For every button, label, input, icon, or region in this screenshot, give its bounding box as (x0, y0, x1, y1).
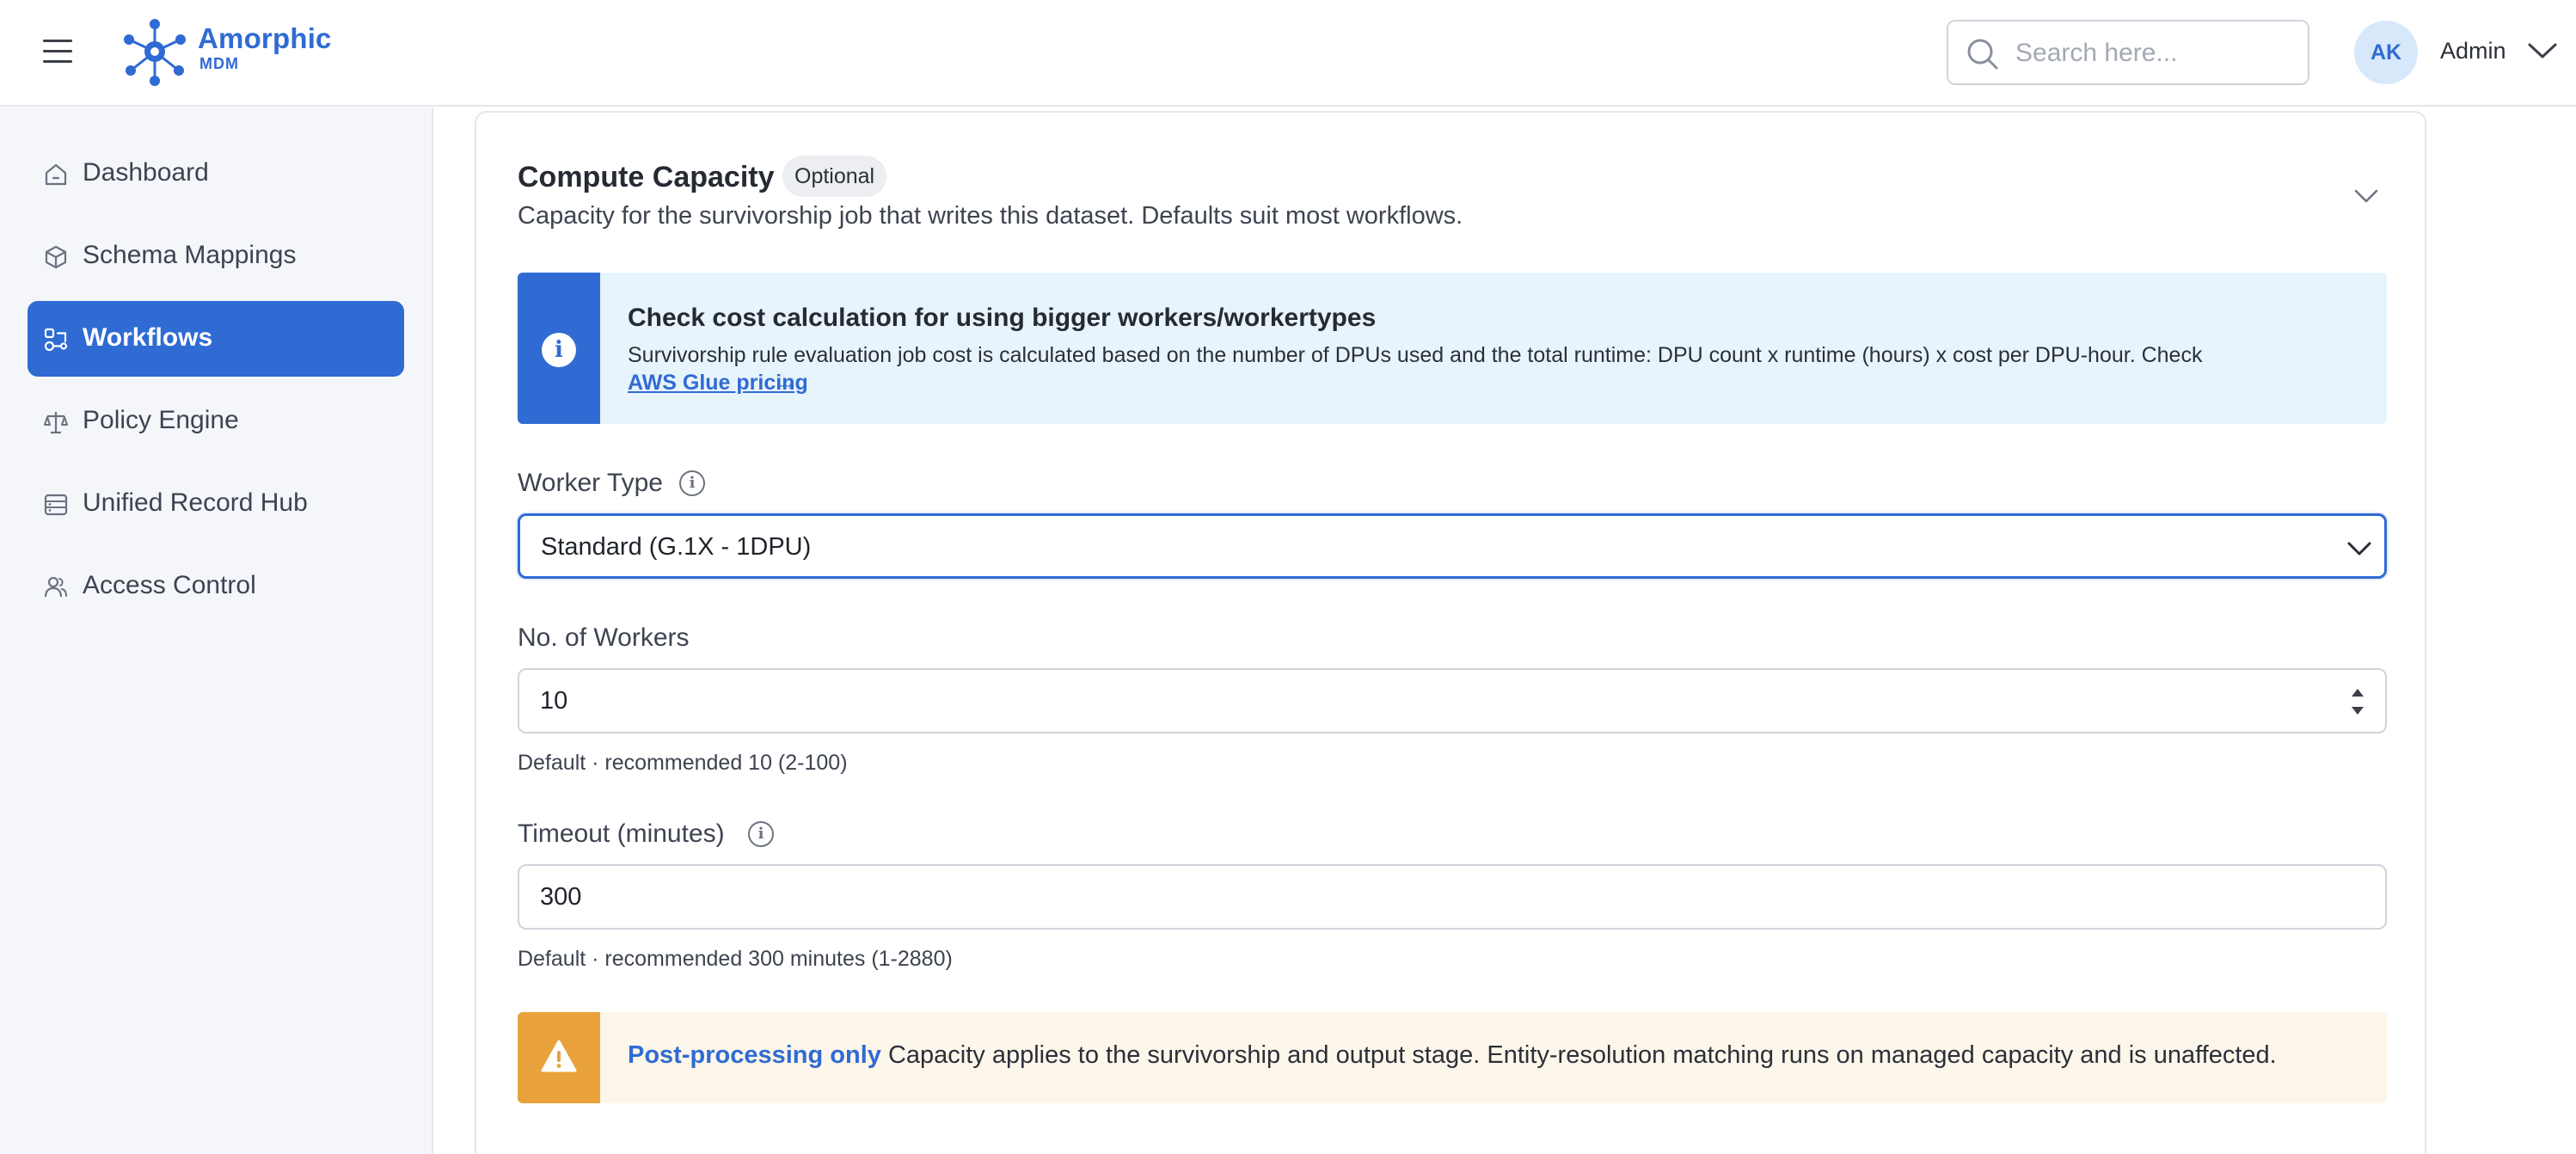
top-bar: Amorphic MDM AK Admin (0, 0, 2576, 107)
arrow-right-icon: → (776, 371, 797, 395)
logo-subtitle: MDM (199, 55, 239, 72)
sidebar-item-label: Access Control (83, 571, 256, 599)
info-strip: i (518, 273, 600, 424)
optional-badge: Optional (782, 156, 887, 197)
home-icon (45, 163, 67, 186)
sidebar-item-workflows[interactable]: Workflows (28, 301, 404, 377)
warning-strong-text: Post-processing only (628, 1041, 881, 1069)
post-processing-banner: Post-processing only Capacity applies to… (518, 1012, 2387, 1103)
num-workers-input[interactable]: 10 (518, 668, 2387, 734)
num-workers-hint: Default · recommended 10 (2-100) (518, 751, 848, 775)
search-box[interactable] (1947, 20, 2309, 85)
info-banner-title: Check cost calculation for using bigger … (628, 304, 1377, 332)
sidebar-item-label: Schema Mappings (83, 241, 297, 269)
sidebar-item-access-control[interactable]: Access Control (28, 549, 404, 624)
chevron-down-icon (2347, 542, 2371, 556)
sidebar: Dashboard Schema Mappings Workflows Poli… (0, 107, 433, 1154)
sidebar-item-unified-record-hub[interactable]: Unified Record Hub (28, 466, 404, 542)
search-input[interactable] (2015, 34, 2291, 73)
search-icon (1967, 39, 1998, 70)
sidebar-item-label: Dashboard (83, 158, 209, 187)
cost-info-banner: i Check cost calculation for using bigge… (518, 273, 2387, 424)
timeout-input[interactable]: 300 (518, 864, 2387, 930)
logo-icon (124, 19, 186, 86)
info-icon: i (542, 333, 576, 367)
user-name[interactable]: Admin (2440, 38, 2506, 64)
cube-icon (45, 245, 67, 269)
avatar[interactable]: AK (2354, 21, 2418, 84)
warning-icon (541, 1040, 577, 1072)
section-title: Compute Capacity (518, 161, 775, 193)
users-icon (44, 576, 67, 598)
worker-type-value: Standard (G.1X - 1DPU) (541, 533, 812, 561)
num-workers-label: No. of Workers (518, 623, 690, 652)
compute-capacity-card: Compute Capacity Optional Capacity for t… (475, 111, 2426, 1154)
workflow-icon (44, 328, 68, 352)
sidebar-item-schema-mappings[interactable]: Schema Mappings (28, 218, 404, 294)
timeout-info-icon[interactable]: i (748, 821, 774, 847)
scale-icon (44, 412, 68, 434)
section-description: Capacity for the survivorship job that w… (518, 202, 1463, 230)
sidebar-item-label: Policy Engine (83, 406, 239, 434)
menu-icon[interactable] (43, 40, 72, 64)
sidebar-item-label: Unified Record Hub (83, 488, 308, 517)
timeout-value: 300 (540, 883, 582, 911)
worker-type-info-icon[interactable]: i (679, 470, 705, 496)
info-banner-text: Survivorship rule evaluation job cost is… (628, 343, 2203, 367)
database-icon (44, 494, 68, 516)
number-stepper-icon[interactable] (2347, 685, 2368, 718)
timeout-hint: Default · recommended 300 minutes (1-288… (518, 947, 953, 971)
collapse-chevron-icon[interactable] (2354, 188, 2378, 204)
warning-strip (518, 1012, 600, 1103)
num-workers-value: 10 (540, 687, 568, 715)
logo-title: Amorphic (198, 22, 332, 54)
worker-type-label: Worker Type (518, 469, 663, 497)
worker-type-select[interactable]: Standard (G.1X - 1DPU) (518, 513, 2387, 579)
chevron-down-icon[interactable] (2528, 41, 2557, 60)
timeout-label: Timeout (minutes) (518, 819, 725, 848)
warning-text: Post-processing only Capacity applies to… (628, 1041, 2277, 1070)
main-content: Compute Capacity Optional Capacity for t… (435, 107, 2576, 1154)
sidebar-item-dashboard[interactable]: Dashboard (28, 136, 404, 212)
warning-body-text: Capacity applies to the survivorship and… (887, 1041, 2277, 1069)
sidebar-item-label: Workflows (83, 323, 213, 352)
sidebar-item-policy-engine[interactable]: Policy Engine (28, 384, 404, 459)
